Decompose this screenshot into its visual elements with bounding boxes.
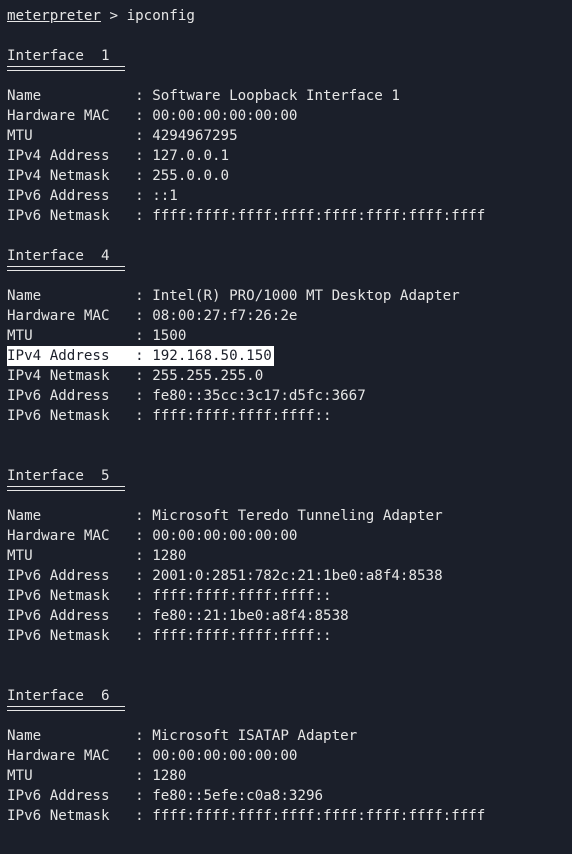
row-label: IPv6 Address [7,568,136,584]
interface-row: IPv4 Address : 127.0.0.1 [7,146,572,166]
row-value: : fe80::35cc:3c17:d5fc:3667 [135,388,366,404]
row-value: : ::1 [135,188,178,204]
interface-row: IPv6 Netmask : ffff:ffff:ffff:ffff:: [7,406,572,426]
row-value: : fe80::21:1be0:a8f4:8538 [135,608,349,624]
row-label: IPv6 Netmask [7,628,136,644]
row-label: IPv6 Address [7,188,136,204]
row-value: : 08:00:27:f7:26:2e [135,308,298,324]
selection-highlight[interactable]: IPv4 Address : 192.168.50.150 [7,346,274,366]
row-label: IPv6 Address [7,788,136,804]
interface-block-5: Interface 5 Name : Microsoft Teredo Tunn… [7,466,572,646]
interface-title: Interface 1 [7,48,110,64]
title-underline [7,706,125,711]
interface-row: IPv6 Netmask : ffff:ffff:ffff:ffff:: [7,626,572,646]
interface-title: Interface 6 [7,688,110,704]
interface-row: Hardware MAC : 00:00:00:00:00:00 [7,526,572,546]
row-label: IPv4 Address [7,148,136,164]
interface-block-6: Interface 6 Name : Microsoft ISATAP Adap… [7,686,572,826]
row-label: Name [7,288,136,304]
row-value: : Microsoft Teredo Tunneling Adapter [135,508,443,524]
interface-row: Hardware MAC : 00:00:00:00:00:00 [7,746,572,766]
row-label: IPv4 Netmask [7,368,136,384]
row-value: : Intel(R) PRO/1000 MT Desktop Adapter [135,288,460,304]
row-label: Hardware MAC [7,748,136,764]
row-label: MTU [7,328,136,344]
interface-title: Interface 5 [7,468,110,484]
row-label: IPv4 Netmask [7,168,136,184]
interface-row: Name : Microsoft ISATAP Adapter [7,726,572,746]
interface-row: Hardware MAC : 08:00:27:f7:26:2e [7,306,572,326]
row-value: : 127.0.0.1 [135,148,230,164]
interface-row: MTU : 1500 [7,326,572,346]
title-underline [7,266,125,271]
interface-row: MTU : 4294967295 [7,126,572,146]
row-label: IPv6 Netmask [7,208,136,224]
row-value: : 4294967295 [135,128,238,144]
row-value: : Microsoft ISATAP Adapter [135,728,358,744]
prompt-command: ipconfig [126,8,195,24]
row-value: : ffff:ffff:ffff:ffff:: [135,408,332,424]
row-label: MTU [7,548,136,564]
row-label: MTU [7,128,136,144]
interface-title: Interface 4 [7,248,110,264]
row-label: IPv6 Netmask [7,408,136,424]
interface-row: MTU : 1280 [7,546,572,566]
row-label: IPv6 Address [7,388,136,404]
row-label: Hardware MAC [7,308,136,324]
prompt-separator: > [100,8,127,24]
interface-row: IPv6 Address : ::1 [7,186,572,206]
row-value: : 2001:0:2851:782c:21:1be0:a8f4:8538 [135,568,443,584]
row-label: Hardware MAC [7,108,136,124]
row-label: IPv4 Address [7,348,136,364]
interface-row: Name : Microsoft Teredo Tunneling Adapte… [7,506,572,526]
row-value: : ffff:ffff:ffff:ffff:ffff:ffff:ffff:fff… [135,808,486,824]
interface-row: IPv6 Netmask : ffff:ffff:ffff:ffff:: [7,586,572,606]
terminal-output[interactable]: meterpreter > ipconfig Interface 1 Name … [7,6,572,826]
row-value: : ffff:ffff:ffff:ffff:: [135,628,332,644]
row-value: : 1500 [135,328,187,344]
row-value: : 00:00:00:00:00:00 [135,528,298,544]
title-underline [7,66,125,71]
row-value: : 1280 [135,768,187,784]
interface-row: Hardware MAC : 00:00:00:00:00:00 [7,106,572,126]
title-underline [7,486,125,491]
command-prompt-line: meterpreter > ipconfig [7,6,572,26]
row-value: : Software Loopback Interface 1 [135,88,400,104]
row-label: Hardware MAC [7,528,136,544]
interface-row: IPv6 Address : fe80::5efe:c0a8:3296 [7,786,572,806]
interface-row: IPv6 Address : fe80::21:1be0:a8f4:8538 [7,606,572,626]
interface-block-1: Interface 1 Name : Software Loopback Int… [7,46,572,226]
row-value: : 255.0.0.0 [135,168,230,184]
row-label: Name [7,508,136,524]
interface-row: IPv6 Address : fe80::35cc:3c17:d5fc:3667 [7,386,572,406]
interface-row: IPv4 Netmask : 255.255.255.0 [7,366,572,386]
interface-row: IPv4 Netmask : 255.0.0.0 [7,166,572,186]
row-value: : 1280 [135,548,187,564]
interface-row: IPv6 Address : 2001:0:2851:782c:21:1be0:… [7,566,572,586]
row-value: : 00:00:00:00:00:00 [135,748,298,764]
interface-row: IPv6 Netmask : ffff:ffff:ffff:ffff:ffff:… [7,806,572,826]
row-value: : 255.255.255.0 [135,368,264,384]
row-value: : ffff:ffff:ffff:ffff:ffff:ffff:ffff:fff… [135,208,486,224]
interface-block-4: Interface 4 Name : Intel(R) PRO/1000 MT … [7,246,572,426]
interface-row: MTU : 1280 [7,766,572,786]
interface-row: Name : Intel(R) PRO/1000 MT Desktop Adap… [7,286,572,306]
interface-row: IPv6 Netmask : ffff:ffff:ffff:ffff:ffff:… [7,206,572,226]
row-label: IPv6 Netmask [7,808,136,824]
row-label: IPv6 Address [7,608,136,624]
interface-row-selected[interactable]: IPv4 Address : 192.168.50.150 [7,346,572,366]
row-label: Name [7,88,136,104]
row-value: : ffff:ffff:ffff:ffff:: [135,588,332,604]
row-label: MTU [7,768,136,784]
row-label: IPv6 Netmask [7,588,136,604]
interface-row: Name : Software Loopback Interface 1 [7,86,572,106]
row-label: Name [7,728,136,744]
row-value: : fe80::5efe:c0a8:3296 [135,788,324,804]
row-value: : 00:00:00:00:00:00 [135,108,298,124]
prompt-shell-name: meterpreter [7,8,101,24]
row-value: : 192.168.50.150 [135,348,272,364]
